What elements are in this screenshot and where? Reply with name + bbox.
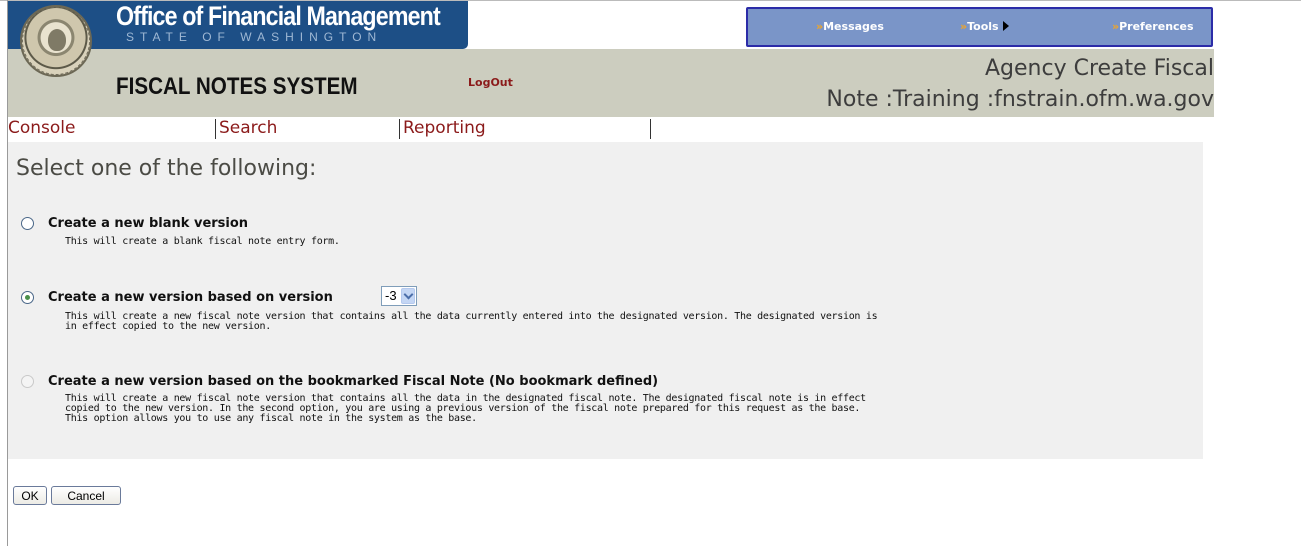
double-chevron-right-icon: » [960,20,967,33]
state-seal-icon [20,5,92,77]
nav-item-tools[interactable]: » Tools [960,20,1009,33]
tab-reporting[interactable]: Reporting [403,118,486,138]
logout-link[interactable]: LogOut [468,76,513,89]
chevron-down-icon[interactable] [401,288,415,304]
tab-search[interactable]: Search [219,118,277,138]
radio-bookmark-based[interactable] [21,375,34,388]
top-navigation-menu: » Messages » Tools » Preferences [746,7,1213,47]
radio-new-blank-version[interactable] [21,217,34,230]
cancel-button[interactable]: Cancel [51,486,121,505]
page-title-line-1: Agency Create Fiscal [984,56,1214,81]
double-chevron-right-icon: » [816,20,823,33]
tab-divider [399,119,400,139]
option-description: This will create a new fiscal note versi… [65,311,878,332]
nav-item-messages[interactable]: » Messages [816,20,884,33]
triangle-right-icon [1002,21,1009,31]
tab-console[interactable]: Console [8,118,76,138]
radio-version-based[interactable] [21,291,34,304]
tab-divider [650,119,651,139]
option-label: Create a new version based on the bookma… [48,374,659,389]
page-title: Agency Create Fiscal Note :Training :fns… [654,53,1214,115]
page-header: Office of Financial Management STATE OF … [8,1,1214,117]
double-chevron-right-icon: » [1112,20,1119,33]
page-title-line-2: Note :Training :fnstrain.ofm.wa.gov [826,87,1214,112]
version-select[interactable]: -3 [381,286,417,306]
version-options-panel: Select one of the following: Create a ne… [8,142,1203,459]
system-title: FISCAL NOTES SYSTEM [116,73,358,100]
tab-divider [215,119,216,139]
ok-button[interactable]: OK [13,486,47,505]
option-label: Create a new version based on version [48,290,333,305]
panel-heading: Select one of the following: [16,156,317,181]
org-subtitle: STATE OF WASHINGTON [126,30,383,44]
option-description: This will create a new fiscal note versi… [65,393,866,424]
org-title: Office of Financial Management [116,1,441,31]
main-tab-bar: Console Search Reporting [8,118,658,140]
option-label: Create a new blank version [48,216,249,231]
nav-item-preferences[interactable]: » Preferences [1112,20,1194,33]
version-select-value: -3 [385,288,397,303]
option-description: This will create a blank fiscal note ent… [65,236,340,247]
